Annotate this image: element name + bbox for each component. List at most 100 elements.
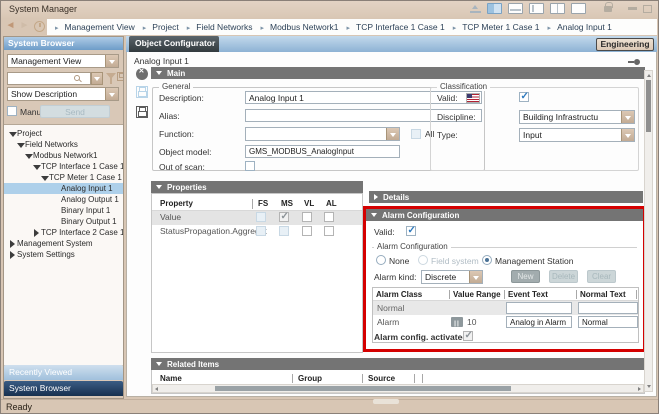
- breadcrumb-item[interactable]: TCP Interface 1 Case 1: [339, 22, 445, 32]
- vl-checkbox[interactable]: [302, 226, 312, 236]
- alarm-row-normal[interactable]: Normal: [373, 301, 638, 315]
- tree-item-management-system[interactable]: Management System: [4, 238, 123, 249]
- save-filter-icon[interactable]: [117, 72, 124, 81]
- value-range-button[interactable]: [451, 317, 463, 327]
- discipline-selector[interactable]: Building Infrastructu: [519, 110, 635, 124]
- chevron-down-icon[interactable]: [105, 88, 118, 100]
- delete-button[interactable]: Delete: [549, 270, 578, 283]
- tree-item-analog-output-1[interactable]: Analog Output 1: [4, 194, 123, 205]
- tree-item-tcp-interface-1[interactable]: TCP Interface 1 Case 1: [4, 161, 123, 172]
- chevron-down-icon[interactable]: [386, 128, 399, 140]
- chevron-down-icon[interactable]: [621, 129, 634, 141]
- expander-icon[interactable]: [25, 152, 33, 160]
- scroll-down-icon[interactable]: [647, 385, 651, 388]
- new-button[interactable]: New: [511, 270, 540, 283]
- out-of-scan-checkbox[interactable]: [245, 161, 255, 171]
- chevron-down-icon[interactable]: [621, 111, 634, 123]
- view-selector[interactable]: Management View: [7, 54, 119, 68]
- breadcrumb-item[interactable]: Project: [135, 22, 179, 32]
- alarm-valid-checkbox[interactable]: [406, 226, 416, 236]
- ms-checkbox[interactable]: [279, 212, 289, 222]
- layout-preset-2-icon[interactable]: [508, 3, 523, 14]
- splitter-handle[interactable]: [373, 399, 399, 404]
- function-selector[interactable]: [245, 127, 400, 141]
- scrollbar-thumb[interactable]: [646, 80, 651, 132]
- send-button[interactable]: Send: [40, 105, 110, 118]
- tree-item-binary-output-1[interactable]: Binary Output 1: [4, 216, 123, 227]
- search-input[interactable]: [7, 72, 91, 85]
- forward-button[interactable]: ►: [18, 20, 31, 33]
- vertical-scrollbar[interactable]: [644, 70, 653, 392]
- property-row-statuspropagation[interactable]: StatusPropagation.Aggregat: [152, 225, 362, 239]
- scroll-right-icon[interactable]: [638, 387, 641, 391]
- radio-management-station[interactable]: [482, 255, 492, 265]
- expander-icon[interactable]: [33, 163, 41, 171]
- close-icon[interactable]: [136, 68, 148, 80]
- tree-item-tcp-meter-1[interactable]: TCP Meter 1 Case 1: [4, 172, 123, 183]
- lock-icon[interactable]: [604, 6, 612, 12]
- section-main-header[interactable]: Main: [151, 67, 645, 79]
- display-mode-selector[interactable]: Show Description: [7, 87, 119, 101]
- alarm-kind-selector[interactable]: Discrete: [421, 270, 483, 284]
- alarm-row-alarm[interactable]: Alarm 10: [373, 315, 638, 329]
- manual-checkbox[interactable]: [7, 106, 17, 116]
- al-checkbox[interactable]: [324, 212, 334, 222]
- scroll-up-icon[interactable]: [647, 74, 651, 77]
- expander-icon[interactable]: [17, 141, 25, 149]
- chevron-down-icon[interactable]: [469, 271, 482, 283]
- dock-panel-icon[interactable]: [470, 4, 481, 13]
- engineering-button[interactable]: Engineering: [596, 38, 654, 51]
- tree-item-modbus-network1[interactable]: Modbus Network1: [4, 150, 123, 161]
- scrollbar-thumb[interactable]: [215, 386, 511, 391]
- chevron-down-icon[interactable]: [105, 55, 118, 67]
- back-button[interactable]: ◄: [4, 20, 17, 33]
- maximize-button[interactable]: [643, 5, 652, 13]
- tree-item-tcp-interface-2[interactable]: TCP Interface 2 Case 1: [4, 227, 123, 238]
- section-related-items-header[interactable]: Related Items: [151, 358, 645, 370]
- radio-none[interactable]: [376, 255, 386, 265]
- save-icon[interactable]: [136, 86, 148, 98]
- layout-preset-5-icon[interactable]: [571, 3, 586, 14]
- tab-system-browser[interactable]: System Browser: [4, 381, 123, 396]
- normal-text-field[interactable]: [578, 316, 638, 328]
- breadcrumb-item[interactable]: Field Networks: [179, 22, 253, 32]
- classification-valid-checkbox[interactable]: [519, 92, 529, 102]
- all-checkbox[interactable]: [411, 129, 421, 139]
- tree-item-analog-input-1[interactable]: Analog Input 1: [4, 183, 123, 194]
- event-text-field[interactable]: [506, 316, 572, 328]
- scroll-left-icon[interactable]: [155, 387, 158, 391]
- horizontal-scrollbar[interactable]: [152, 384, 644, 393]
- expander-icon[interactable]: [9, 130, 17, 138]
- clear-button[interactable]: Clear: [587, 270, 616, 283]
- tab-object-configurator[interactable]: Object Configurator: [129, 36, 219, 52]
- property-row-value[interactable]: Value: [152, 211, 362, 225]
- expander-icon[interactable]: [41, 174, 49, 182]
- event-text-field[interactable]: [506, 302, 572, 314]
- expander-icon[interactable]: [9, 251, 17, 259]
- search-options-button[interactable]: [91, 72, 103, 85]
- layout-preset-3-icon[interactable]: [529, 3, 544, 14]
- tree-item-binary-input-1[interactable]: Binary Input 1: [4, 205, 123, 216]
- tab-recently-viewed[interactable]: Recently Viewed: [4, 365, 123, 380]
- layout-preset-4-icon[interactable]: [550, 3, 565, 14]
- breadcrumb-item[interactable]: Management View: [47, 22, 135, 32]
- type-selector[interactable]: Input: [519, 128, 635, 142]
- breadcrumb-item[interactable]: TCP Meter 1 Case 1: [445, 22, 540, 32]
- layout-preset-1-icon[interactable]: [487, 3, 502, 14]
- breadcrumb-item[interactable]: Analog Input 1: [540, 22, 612, 32]
- expander-icon[interactable]: [9, 240, 17, 248]
- tree-item-field-networks[interactable]: Field Networks: [4, 139, 123, 150]
- pin-icon[interactable]: [628, 59, 640, 65]
- al-checkbox[interactable]: [324, 226, 334, 236]
- expander-icon[interactable]: [33, 229, 41, 237]
- normal-text-field[interactable]: [578, 302, 638, 314]
- vl-checkbox[interactable]: [302, 212, 312, 222]
- minimize-button[interactable]: [628, 7, 637, 10]
- tree-item-system-settings[interactable]: System Settings: [4, 249, 123, 260]
- filter-icon[interactable]: [106, 73, 116, 79]
- section-alarm-configuration-header[interactable]: Alarm Configuration: [366, 209, 643, 221]
- section-properties-header[interactable]: Properties: [151, 181, 363, 193]
- history-icon[interactable]: [34, 21, 45, 32]
- section-details-header[interactable]: Details: [369, 191, 643, 203]
- tree-item-project[interactable]: Project: [4, 128, 123, 139]
